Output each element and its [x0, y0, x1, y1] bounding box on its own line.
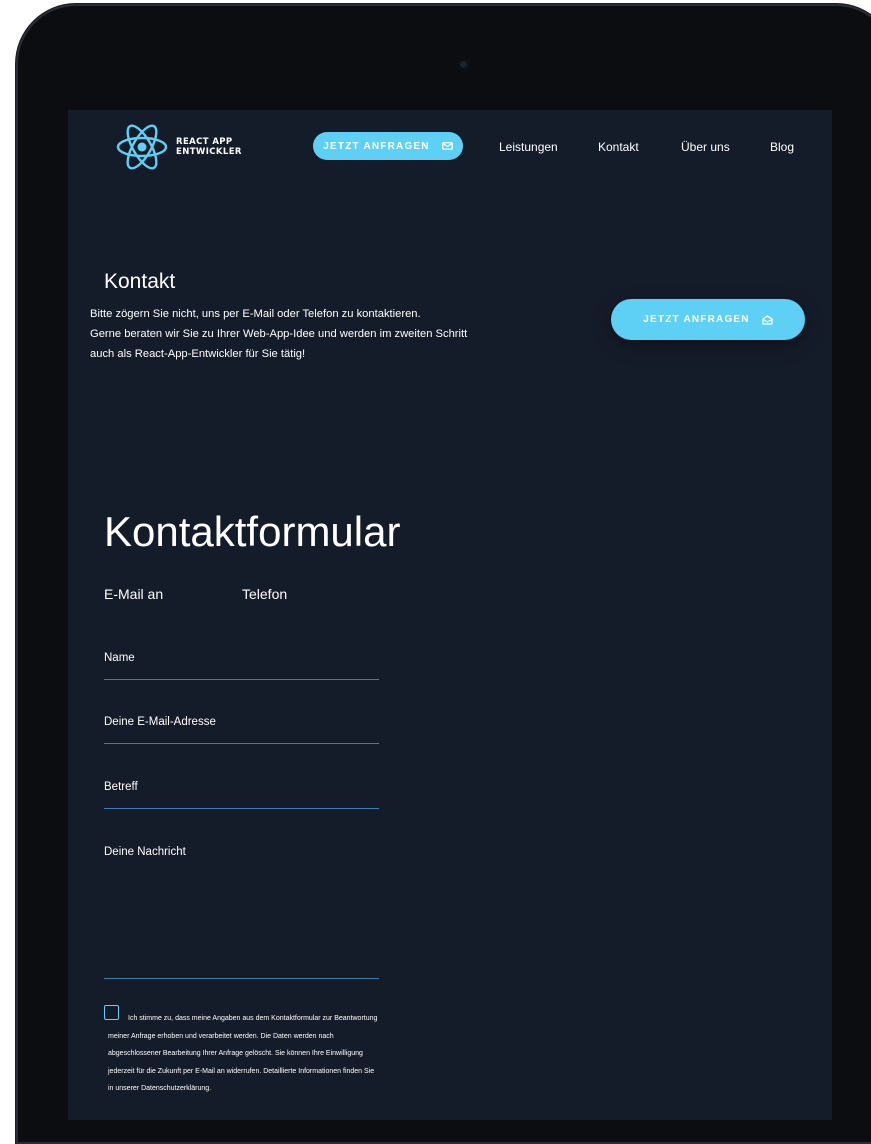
subject-field-label[interactable]: Betreff	[104, 781, 138, 793]
logo-line-2: ENTWICKLER	[176, 147, 242, 157]
name-field-label[interactable]: Name	[104, 652, 135, 664]
consent-text: Ich stimme zu, dass meine Angaben aus de…	[108, 1010, 380, 1098]
intro-text: Bitte zögern Sie nicht, uns per E-Mail o…	[90, 304, 530, 364]
nav-item-ueber-uns[interactable]: Über uns	[681, 140, 730, 154]
section-title: Kontakt	[104, 270, 176, 293]
intro-line: auch als React-App-Entwickler für Sie tä…	[90, 348, 306, 360]
tab-phone[interactable]: Telefon	[242, 586, 287, 602]
logo-line-1: REACT APP	[176, 137, 233, 147]
consent-label: Ich stimme zu, dass meine Angaben aus de…	[108, 1015, 378, 1092]
email-field-label[interactable]: Deine E-Mail-Adresse	[104, 716, 216, 728]
email-field[interactable]	[104, 743, 379, 744]
name-field[interactable]	[104, 679, 379, 680]
camera-icon	[457, 58, 470, 71]
header-cta-button[interactable]: JETZT ANFRAGEN	[313, 132, 463, 160]
intro-line: Bitte zögern Sie nicht, uns per E-Mail o…	[90, 308, 421, 320]
intro-line: Gerne beraten wir Sie zu Ihrer Web-App-I…	[90, 328, 468, 340]
site-logo[interactable]: REACT APP ENTWICKLER	[116, 122, 242, 172]
subject-field[interactable]	[104, 808, 379, 809]
message-field-label[interactable]: Deine Nachricht	[104, 846, 186, 858]
tab-email[interactable]: E-Mail an	[104, 586, 163, 602]
nav-item-leistungen[interactable]: Leistungen	[499, 140, 558, 154]
screen: REACT APP ENTWICKLER JETZT ANFRAGEN Leis…	[68, 110, 832, 1120]
contact-cta-label: JETZT ANFRAGEN	[643, 314, 750, 325]
form-title: Kontaktformular	[104, 508, 401, 555]
logo-text: REACT APP ENTWICKLER	[176, 137, 242, 157]
header-cta-label: JETZT ANFRAGEN	[323, 140, 430, 152]
react-logo-icon	[116, 124, 168, 170]
nav-item-blog[interactable]: Blog	[770, 140, 794, 154]
nav-item-kontakt[interactable]: Kontakt	[598, 140, 639, 154]
contact-cta-button[interactable]: JETZT ANFRAGEN	[611, 299, 805, 340]
mail-open-icon	[762, 314, 773, 325]
mail-icon	[441, 142, 453, 150]
message-field[interactable]	[104, 978, 379, 979]
